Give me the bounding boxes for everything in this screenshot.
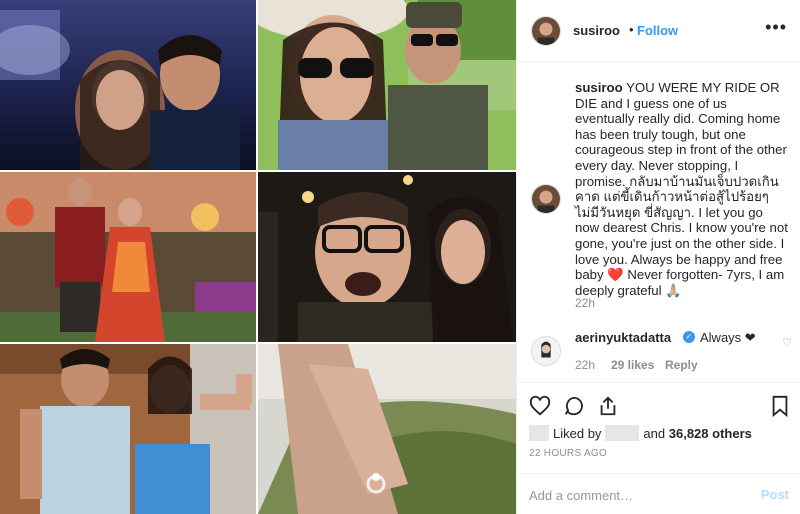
like-heart-icon[interactable]: [529, 395, 551, 417]
praying-hands-icon: 🙏🏼: [665, 282, 682, 298]
liked-by-label: Liked by: [553, 425, 602, 441]
comment-timestamp[interactable]: 22h: [575, 358, 595, 372]
caption-username[interactable]: susiroo: [575, 80, 623, 95]
add-comment-input[interactable]: [529, 485, 739, 505]
photo-tile-costume-party[interactable]: [0, 172, 256, 342]
post-comment-button[interactable]: Post: [761, 487, 789, 502]
comment-bubble-icon[interactable]: [563, 395, 585, 417]
verified-badge-icon: ✓: [683, 331, 695, 343]
post-time[interactable]: 22 HOURS AGO: [529, 448, 607, 459]
photo-tile-ring-hand[interactable]: [258, 344, 516, 514]
post-sidebar: susiroo • Follow ••• susiroo YOU WERE MY…: [516, 0, 800, 514]
caption-author-avatar[interactable]: [531, 184, 561, 214]
comment-text: Always ❤: [700, 330, 756, 345]
post-actions: Liked by and 36,828 others 22 HOURS AGO …: [517, 382, 800, 514]
liker-avatar-redacted: [529, 425, 549, 441]
comment-likes-count[interactable]: 29 likes: [611, 358, 654, 372]
commenter-username[interactable]: aerinyuktadatta: [575, 330, 671, 345]
liker-name-redacted[interactable]: [605, 425, 640, 441]
more-dots-icon[interactable]: •••: [765, 17, 787, 38]
comment-like-icon[interactable]: ♡: [782, 336, 792, 349]
post-header: susiroo • Follow •••: [517, 0, 800, 62]
photo-tile-concert-selfie[interactable]: [0, 0, 256, 170]
share-icon[interactable]: [597, 395, 619, 417]
comment-reply-button[interactable]: Reply: [665, 358, 698, 372]
caption-timestamp[interactable]: 22h: [575, 296, 595, 310]
caption-text-part1: YOU WERE MY RIDE OR DIE and I guess one …: [575, 80, 788, 283]
author-avatar[interactable]: [531, 16, 561, 46]
others-count-link[interactable]: 36,828 others: [669, 426, 752, 441]
bookmark-icon[interactable]: [769, 395, 791, 417]
add-comment-bar: Post: [517, 473, 800, 514]
photo-collage[interactable]: [0, 0, 516, 514]
and-label: and: [643, 425, 666, 441]
follow-button[interactable]: Follow: [637, 23, 678, 38]
red-heart-icon: ❤️: [607, 267, 624, 283]
likes-summary: Liked by and 36,828 others: [529, 425, 752, 441]
photo-tile-sunglasses-selfie[interactable]: [258, 0, 516, 170]
header-separator: •: [629, 22, 634, 37]
photo-tile-glasses-selfie[interactable]: [258, 172, 516, 342]
post-caption: susiroo YOU WERE MY RIDE OR DIE and I gu…: [575, 80, 789, 298]
photo-tile-gym-flex[interactable]: [0, 344, 256, 514]
commenter-avatar[interactable]: [531, 336, 561, 366]
author-username[interactable]: susiroo: [573, 23, 620, 38]
